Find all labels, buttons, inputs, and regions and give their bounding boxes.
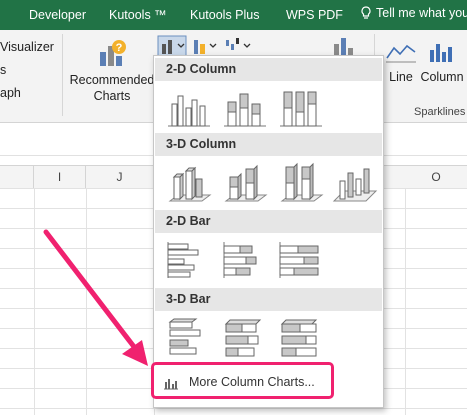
- pointer-arrow-icon: [43, 229, 148, 366]
